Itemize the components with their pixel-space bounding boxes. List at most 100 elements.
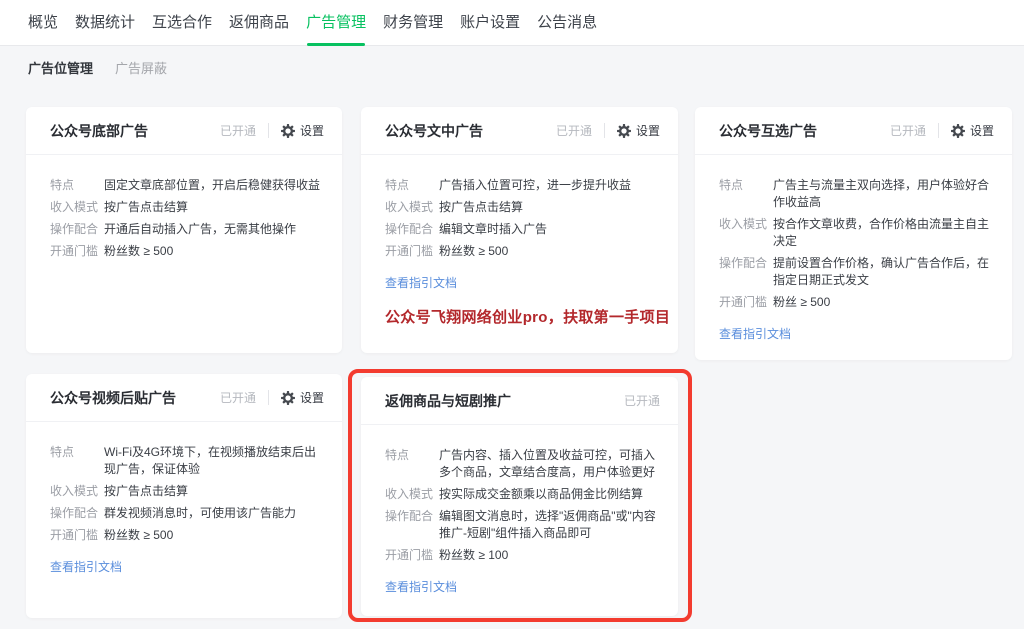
row-label: 操作配合: [385, 508, 439, 542]
income-mode-row: 收入模式按广告点击结算: [50, 199, 326, 216]
settings-button[interactable]: 设置: [617, 122, 660, 139]
row-label: 开通门槛: [385, 547, 439, 564]
gear-icon: [617, 124, 631, 138]
row-value: 按合作文章收费，合作价格由流量主自主决定: [773, 216, 996, 250]
subnav-ad-slot-management[interactable]: 广告位管理: [28, 58, 93, 77]
guide-doc-link[interactable]: 查看指引文档: [50, 558, 122, 575]
status-badge: 已开通: [890, 122, 926, 139]
header-divider: [268, 123, 269, 138]
row-label: 开通门槛: [719, 294, 773, 311]
settings-label: 设置: [300, 389, 324, 406]
row-label: 收入模式: [385, 199, 439, 216]
row-label: 操作配合: [719, 255, 773, 289]
feature-row: 特点Wi-Fi及4G环境下，在视频播放结束后出现广告，保证体验: [50, 444, 326, 478]
row-label: 收入模式: [50, 483, 104, 500]
operation-row: 操作配合编辑图文消息时，选择"返佣商品"或"内容推广-短剧"组件插入商品即可: [385, 508, 662, 542]
row-value: 按广告点击结算: [104, 199, 326, 216]
top-navigation: 概览 数据统计 互选合作 返佣商品 广告管理 财务管理 账户设置 公告消息: [0, 0, 1024, 46]
settings-label: 设置: [636, 122, 660, 139]
threshold-row: 开通门槛粉丝数 ≥ 500: [50, 243, 326, 260]
nav-tab-data-statistics[interactable]: 数据统计: [75, 0, 135, 45]
row-value: 按广告点击结算: [104, 483, 326, 500]
card-body: 特点固定文章底部位置，开启后稳健获得收益 收入模式按广告点击结算 操作配合开通后…: [26, 155, 342, 260]
gear-icon: [281, 124, 295, 138]
threshold-row: 开通门槛粉丝数 ≥ 500: [50, 527, 326, 544]
row-value: 提前设置合作价格，确认广告合作后，在指定日期正式发文: [773, 255, 996, 289]
operation-row: 操作配合开通后自动插入广告，无需其他操作: [50, 221, 326, 238]
header-divider: [268, 390, 269, 405]
nav-tab-announcements[interactable]: 公告消息: [537, 0, 597, 45]
nav-tab-ad-management[interactable]: 广告管理: [306, 0, 366, 45]
row-value: 粉丝数 ≥ 500: [439, 243, 662, 260]
guide-doc-link[interactable]: 查看指引文档: [719, 325, 791, 342]
subnav-ad-blocking[interactable]: 广告屏蔽: [115, 58, 167, 77]
threshold-row: 开通门槛粉丝数 ≥ 100: [385, 547, 662, 564]
row-label: 收入模式: [719, 216, 773, 250]
header-divider: [938, 123, 939, 138]
feature-row: 特点广告主与流量主双向选择，用户体验好合作收益高: [719, 177, 996, 211]
nav-tab-mutual-selection[interactable]: 互选合作: [152, 0, 212, 45]
settings-button[interactable]: 设置: [281, 122, 324, 139]
nav-tab-rebate-products[interactable]: 返佣商品: [229, 0, 289, 45]
income-mode-row: 收入模式按广告点击结算: [50, 483, 326, 500]
sub-navigation: 广告位管理 广告屏蔽: [28, 58, 167, 77]
card-header: 公众号视频后贴广告 已开通 设置: [26, 374, 342, 422]
row-value: 粉丝 ≥ 500: [773, 294, 996, 311]
row-label: 操作配合: [50, 505, 104, 522]
gear-icon: [281, 391, 295, 405]
row-label: 特点: [385, 177, 439, 194]
card-mutual-selection-ad: 公众号互选广告 已开通 设置 特点广告主与流量主双向选择，用户体验好合作收益高 …: [695, 107, 1012, 360]
row-value: 粉丝数 ≥ 100: [439, 547, 662, 564]
nav-tab-overview[interactable]: 概览: [28, 0, 58, 45]
settings-button[interactable]: 设置: [951, 122, 994, 139]
card-bottom-ad: 公众号底部广告 已开通 设置 特点固定文章底部位置，开启后稳健获得收益 收入模式…: [26, 107, 342, 353]
content-area: 广告位管理 广告屏蔽 公众号底部广告 已开通 设置 特点固定文章底部位置，开启后…: [0, 46, 1024, 629]
income-mode-row: 收入模式按广告点击结算: [385, 199, 662, 216]
nav-tab-account-settings[interactable]: 账户设置: [460, 0, 520, 45]
row-value: 按实际成交金额乘以商品佣金比例结算: [439, 486, 662, 503]
card-body: 特点Wi-Fi及4G环境下，在视频播放结束后出现广告，保证体验 收入模式按广告点…: [26, 422, 342, 576]
row-label: 开通门槛: [385, 243, 439, 260]
card-in-article-ad: 公众号文中广告 已开通 设置 特点广告插入位置可控，进一步提升收益 收入模式按广…: [361, 107, 678, 353]
nav-tab-finance[interactable]: 财务管理: [383, 0, 443, 45]
card-video-postroll-ad: 公众号视频后贴广告 已开通 设置 特点Wi-Fi及4G环境下，在视频播放结束后出…: [26, 374, 342, 618]
operation-row: 操作配合提前设置合作价格，确认广告合作后，在指定日期正式发文: [719, 255, 996, 289]
row-value: 编辑图文消息时，选择"返佣商品"或"内容推广-短剧"组件插入商品即可: [439, 508, 662, 542]
row-value: 广告内容、插入位置及收益可控，可插入多个商品，文章结合度高，用户体验更好: [439, 447, 662, 481]
status-badge: 已开通: [220, 389, 256, 406]
card-title: 公众号视频后贴广告: [50, 388, 220, 408]
row-value: Wi-Fi及4G环境下，在视频播放结束后出现广告，保证体验: [104, 444, 326, 478]
card-title: 公众号互选广告: [719, 121, 890, 141]
row-value: 粉丝数 ≥ 500: [104, 243, 326, 260]
gear-icon: [951, 124, 965, 138]
operation-row: 操作配合群发视频消息时，可使用该广告能力: [50, 505, 326, 522]
card-header: 返佣商品与短剧推广 已开通: [361, 377, 678, 425]
row-value: 按广告点击结算: [439, 199, 662, 216]
income-mode-row: 收入模式按实际成交金额乘以商品佣金比例结算: [385, 486, 662, 503]
row-value: 群发视频消息时，可使用该广告能力: [104, 505, 326, 522]
card-body: 特点广告内容、插入位置及收益可控，可插入多个商品，文章结合度高，用户体验更好 收…: [361, 425, 678, 596]
row-value: 编辑文章时插入广告: [439, 221, 662, 238]
guide-doc-link[interactable]: 查看指引文档: [385, 578, 457, 595]
card-header: 公众号互选广告 已开通 设置: [695, 107, 1012, 155]
feature-row: 特点固定文章底部位置，开启后稳健获得收益: [50, 177, 326, 194]
settings-label: 设置: [300, 122, 324, 139]
row-label: 开通门槛: [50, 243, 104, 260]
card-title: 公众号底部广告: [50, 121, 220, 141]
header-divider: [604, 123, 605, 138]
card-title: 返佣商品与短剧推广: [385, 391, 624, 411]
operation-row: 操作配合编辑文章时插入广告: [385, 221, 662, 238]
settings-button[interactable]: 设置: [281, 389, 324, 406]
row-value: 广告主与流量主双向选择，用户体验好合作收益高: [773, 177, 996, 211]
row-value: 开通后自动插入广告，无需其他操作: [104, 221, 326, 238]
status-badge: 已开通: [220, 122, 256, 139]
feature-row: 特点广告内容、插入位置及收益可控，可插入多个商品，文章结合度高，用户体验更好: [385, 447, 662, 481]
guide-doc-link[interactable]: 查看指引文档: [385, 274, 457, 291]
row-label: 操作配合: [50, 221, 104, 238]
feature-row: 特点广告插入位置可控，进一步提升收益: [385, 177, 662, 194]
threshold-row: 开通门槛粉丝数 ≥ 500: [385, 243, 662, 260]
income-mode-row: 收入模式按合作文章收费，合作价格由流量主自主决定: [719, 216, 996, 250]
row-label: 收入模式: [385, 486, 439, 503]
card-title: 公众号文中广告: [385, 121, 556, 141]
settings-label: 设置: [970, 122, 994, 139]
